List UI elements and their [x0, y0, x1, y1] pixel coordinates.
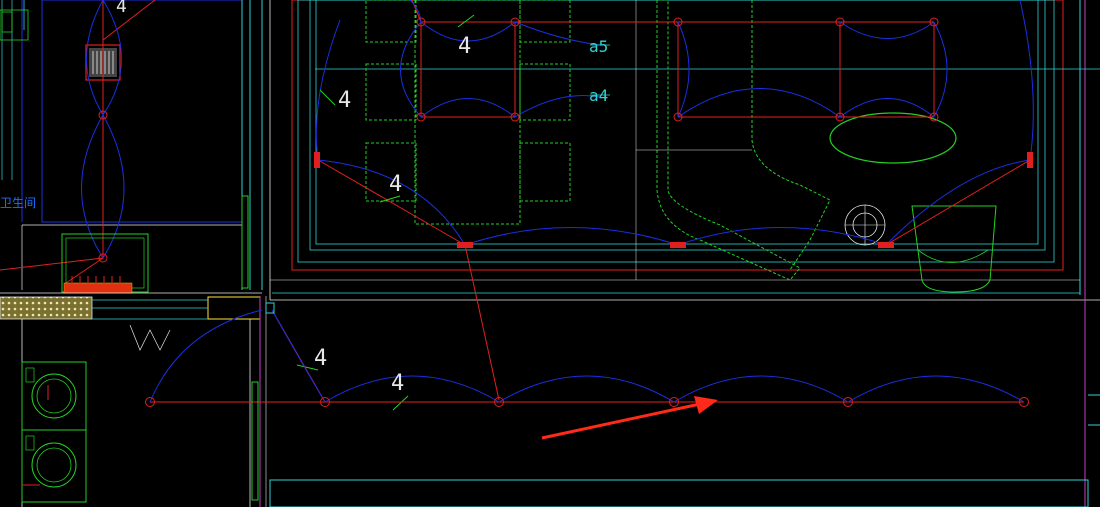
- circuit-label-bath-2: 4: [338, 88, 351, 113]
- bath-fixture-nodes: [98, 17, 939, 263]
- circuit-label-corridor-2: 4: [391, 371, 404, 396]
- cad-floor-plan: 4 4 4 4 4 4 a5 a4 卫生间: [0, 0, 1100, 507]
- oval-fixture: [829, 112, 997, 293]
- circuit-label-bath-3: 4: [389, 172, 402, 197]
- bathroom-walls: [259, 0, 1100, 507]
- wall-hatch-band: [0, 292, 262, 320]
- circuit-label-bath-1: 4: [458, 34, 471, 59]
- left-circuit: [0, 0, 156, 284]
- washer-area: [21, 319, 251, 507]
- corridor-bottom-wall: [269, 394, 1100, 507]
- bathtub-outline: [656, 0, 831, 281]
- left-room-walls: [1, 0, 263, 290]
- tag-label-a4: a4: [589, 86, 608, 105]
- circuit-label-corridor-1: 4: [314, 346, 327, 371]
- sink-fixture: [61, 233, 149, 294]
- circuit-label-top-left: 4: [116, 0, 127, 17]
- top-left-fixture: [0, 0, 29, 41]
- cad-drawing-canvas[interactable]: 4 4 4 4 4 4 a5 a4 卫生间: [0, 0, 1100, 507]
- room-label-blue: 卫生间: [0, 196, 36, 210]
- door-swing: [129, 324, 171, 351]
- corridor-circuit: [145, 309, 1029, 407]
- tag-label-a5: a5: [589, 37, 608, 56]
- bath-circuit-blue: [315, 0, 1034, 246]
